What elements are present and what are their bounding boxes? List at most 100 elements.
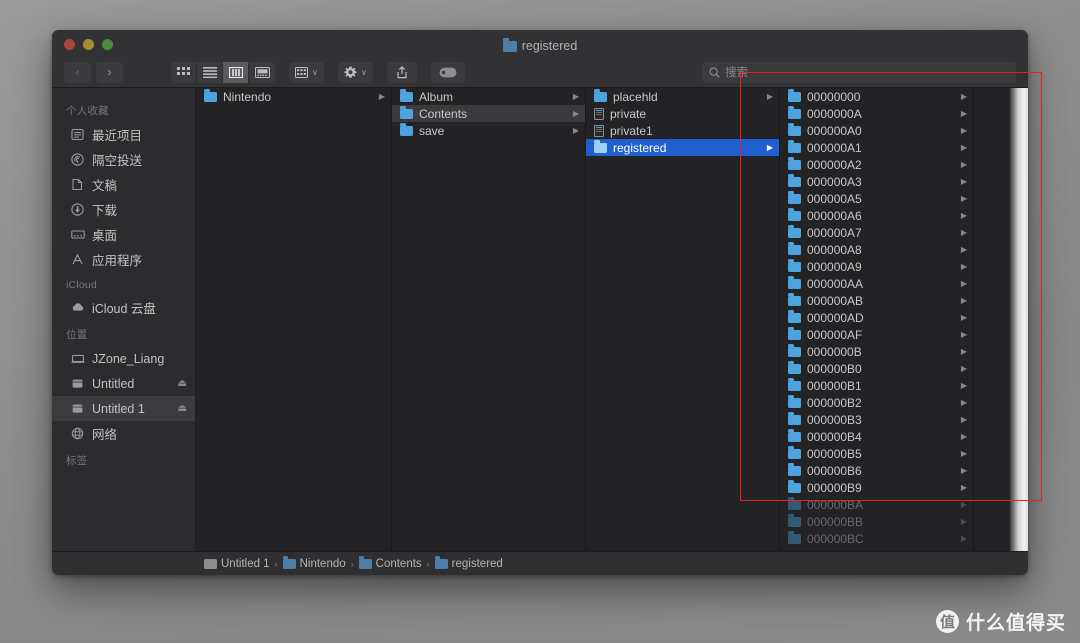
disclosure-arrow-icon: ▶: [960, 92, 967, 101]
list-item[interactable]: 000000A7 ▶: [780, 224, 973, 241]
disclosure-arrow-icon: ▶: [960, 415, 967, 424]
list-item[interactable]: 000000B5 ▶: [780, 445, 973, 462]
disclosure-arrow-icon: ▶: [960, 211, 967, 220]
sidebar-item-airdrop[interactable]: 隔空投送: [52, 147, 195, 172]
breadcrumb-item[interactable]: registered: [434, 556, 503, 570]
list-item[interactable]: 000000BB ▶: [780, 513, 973, 530]
list-item[interactable]: Album ▶: [392, 88, 585, 105]
list-item[interactable]: 000000A6 ▶: [780, 207, 973, 224]
sidebar-item-untitled-1[interactable]: Untitled 1 ⏏: [52, 396, 195, 421]
column-contents[interactable]: placehld ▶ private private1 registered ▶: [586, 88, 780, 551]
column-registered[interactable]: 00000000 ▶ 0000000A ▶ 000000A0 ▶ 000000A1 ▶ 0000…: [780, 88, 974, 551]
documents-icon: [70, 177, 85, 192]
disclosure-arrow-icon: ▶: [960, 296, 967, 305]
list-item[interactable]: registered ▶: [586, 139, 779, 156]
list-item[interactable]: 000000B1 ▶: [780, 377, 973, 394]
folder-icon: [788, 310, 801, 323]
forward-button[interactable]: ›: [96, 61, 123, 83]
list-item[interactable]: save ▶: [392, 122, 585, 139]
list-item[interactable]: 0000000A ▶: [780, 105, 973, 122]
list-item[interactable]: 000000A9 ▶: [780, 258, 973, 275]
sidebar-item-label: Untitled 1: [92, 401, 145, 416]
sidebar-item-downloads[interactable]: 下载: [52, 197, 195, 222]
disclosure-arrow-icon: ▶: [960, 177, 967, 186]
list-item[interactable]: 000000A2 ▶: [780, 156, 973, 173]
finder-window: registered ‹ › ∨ ∨ 搜索 个人收藏 最近项目 隔空投送 文稿 …: [52, 30, 1028, 575]
chevron-down-icon: ∨: [312, 67, 318, 77]
list-item[interactable]: 000000B0 ▶: [780, 360, 973, 377]
disclosure-arrow-icon: ▶: [960, 432, 967, 441]
icon-view-button[interactable]: [171, 61, 197, 83]
back-button[interactable]: ‹: [64, 61, 91, 83]
sidebar-item-applications[interactable]: 应用程序: [52, 247, 195, 272]
list-item[interactable]: 000000A0 ▶: [780, 122, 973, 139]
eject-icon[interactable]: ⏏: [178, 378, 187, 389]
list-item[interactable]: 000000B2 ▶: [780, 394, 973, 411]
breadcrumb-item[interactable]: Contents: [358, 556, 422, 570]
gallery-view-button[interactable]: [249, 62, 275, 83]
search-input[interactable]: 搜索: [702, 61, 1016, 83]
list-item-label: 000000AF: [807, 327, 863, 342]
disclosure-arrow-icon: ▶: [960, 398, 967, 407]
sidebar-item-recents[interactable]: 最近项目: [52, 122, 195, 147]
breadcrumb-item[interactable]: Nintendo: [282, 556, 346, 570]
list-item[interactable]: 000000A3 ▶: [780, 173, 973, 190]
disclosure-arrow-icon: ▶: [960, 449, 967, 458]
disclosure-arrow-icon: ▶: [960, 126, 967, 135]
sidebar-item-untitled[interactable]: Untitled ⏏: [52, 371, 195, 396]
list-item[interactable]: 000000BC ▶: [780, 530, 973, 547]
list-item[interactable]: 0000000B ▶: [780, 343, 973, 360]
group-by-button[interactable]: ∨: [289, 61, 324, 83]
sidebar: 个人收藏 最近项目 隔空投送 文稿 下载 桌面 应用程序 iCloud iClo…: [52, 88, 196, 551]
list-item[interactable]: private: [586, 105, 779, 122]
sidebar-item-network[interactable]: 网络: [52, 421, 195, 446]
list-item-label: Album: [419, 89, 454, 104]
list-view-button[interactable]: [197, 61, 223, 83]
tag-button[interactable]: [430, 61, 465, 83]
list-item[interactable]: placehld ▶: [586, 88, 779, 105]
list-item[interactable]: 000000B9 ▶: [780, 479, 973, 496]
sidebar-item-label: JZone_Liang: [92, 351, 165, 366]
list-item-label: 000000B5: [807, 446, 862, 461]
list-item[interactable]: 000000BA ▶: [780, 496, 973, 513]
column-volume[interactable]: Nintendo ▶: [196, 88, 392, 551]
folder-icon: [788, 514, 801, 527]
chevron-down-icon: ∨: [360, 67, 367, 77]
action-menu-button[interactable]: ∨: [337, 61, 373, 83]
list-item[interactable]: 000000B6 ▶: [780, 462, 973, 479]
chevron-left-icon: ‹: [75, 65, 80, 79]
list-item[interactable]: 000000AA ▶: [780, 275, 973, 292]
list-item[interactable]: 000000B4 ▶: [780, 428, 973, 445]
sidebar-item-jzone-liang[interactable]: JZone_Liang: [52, 346, 195, 371]
list-item[interactable]: 000000B3 ▶: [780, 411, 973, 428]
list-item[interactable]: 000000AF ▶: [780, 326, 973, 343]
disclosure-arrow-icon: ▶: [960, 381, 967, 390]
list-item-label: 000000A6: [807, 208, 862, 223]
sidebar-item-desktop[interactable]: 桌面: [52, 222, 195, 247]
list-item[interactable]: private1: [586, 122, 779, 139]
list-item-label: 000000A7: [807, 225, 862, 240]
folder-icon: [788, 412, 801, 425]
sidebar-item-icloud-drive[interactable]: iCloud 云盘: [52, 295, 195, 320]
list-item[interactable]: 000000A8 ▶: [780, 241, 973, 258]
column-nintendo[interactable]: Album ▶ Contents ▶ save ▶: [392, 88, 586, 551]
list-item[interactable]: 00000000 ▶: [780, 88, 973, 105]
list-item[interactable]: 000000AB ▶: [780, 292, 973, 309]
share-button[interactable]: [386, 61, 417, 83]
list-item[interactable]: Nintendo ▶: [196, 88, 391, 105]
column-view-button[interactable]: [223, 61, 249, 83]
list-item[interactable]: 000000A1 ▶: [780, 139, 973, 156]
list-item[interactable]: Contents ▶: [392, 105, 585, 122]
list-item[interactable]: 000000AD ▶: [780, 309, 973, 326]
breadcrumb-item[interactable]: Untitled 1: [204, 558, 270, 570]
folder-icon: [788, 378, 801, 391]
folder-icon: [788, 327, 801, 340]
column-preview[interactable]: [974, 88, 1028, 551]
sidebar-item-documents[interactable]: 文稿: [52, 172, 195, 197]
list-item[interactable]: 000000A5 ▶: [780, 190, 973, 207]
eject-icon[interactable]: ⏏: [178, 403, 187, 414]
list-item-label: registered: [613, 140, 667, 155]
breadcrumb: Untitled 1 › Nintendo › Contents › registered: [52, 551, 1028, 575]
sidebar-item-label: 桌面: [92, 229, 118, 243]
columns-icon: [228, 66, 243, 78]
